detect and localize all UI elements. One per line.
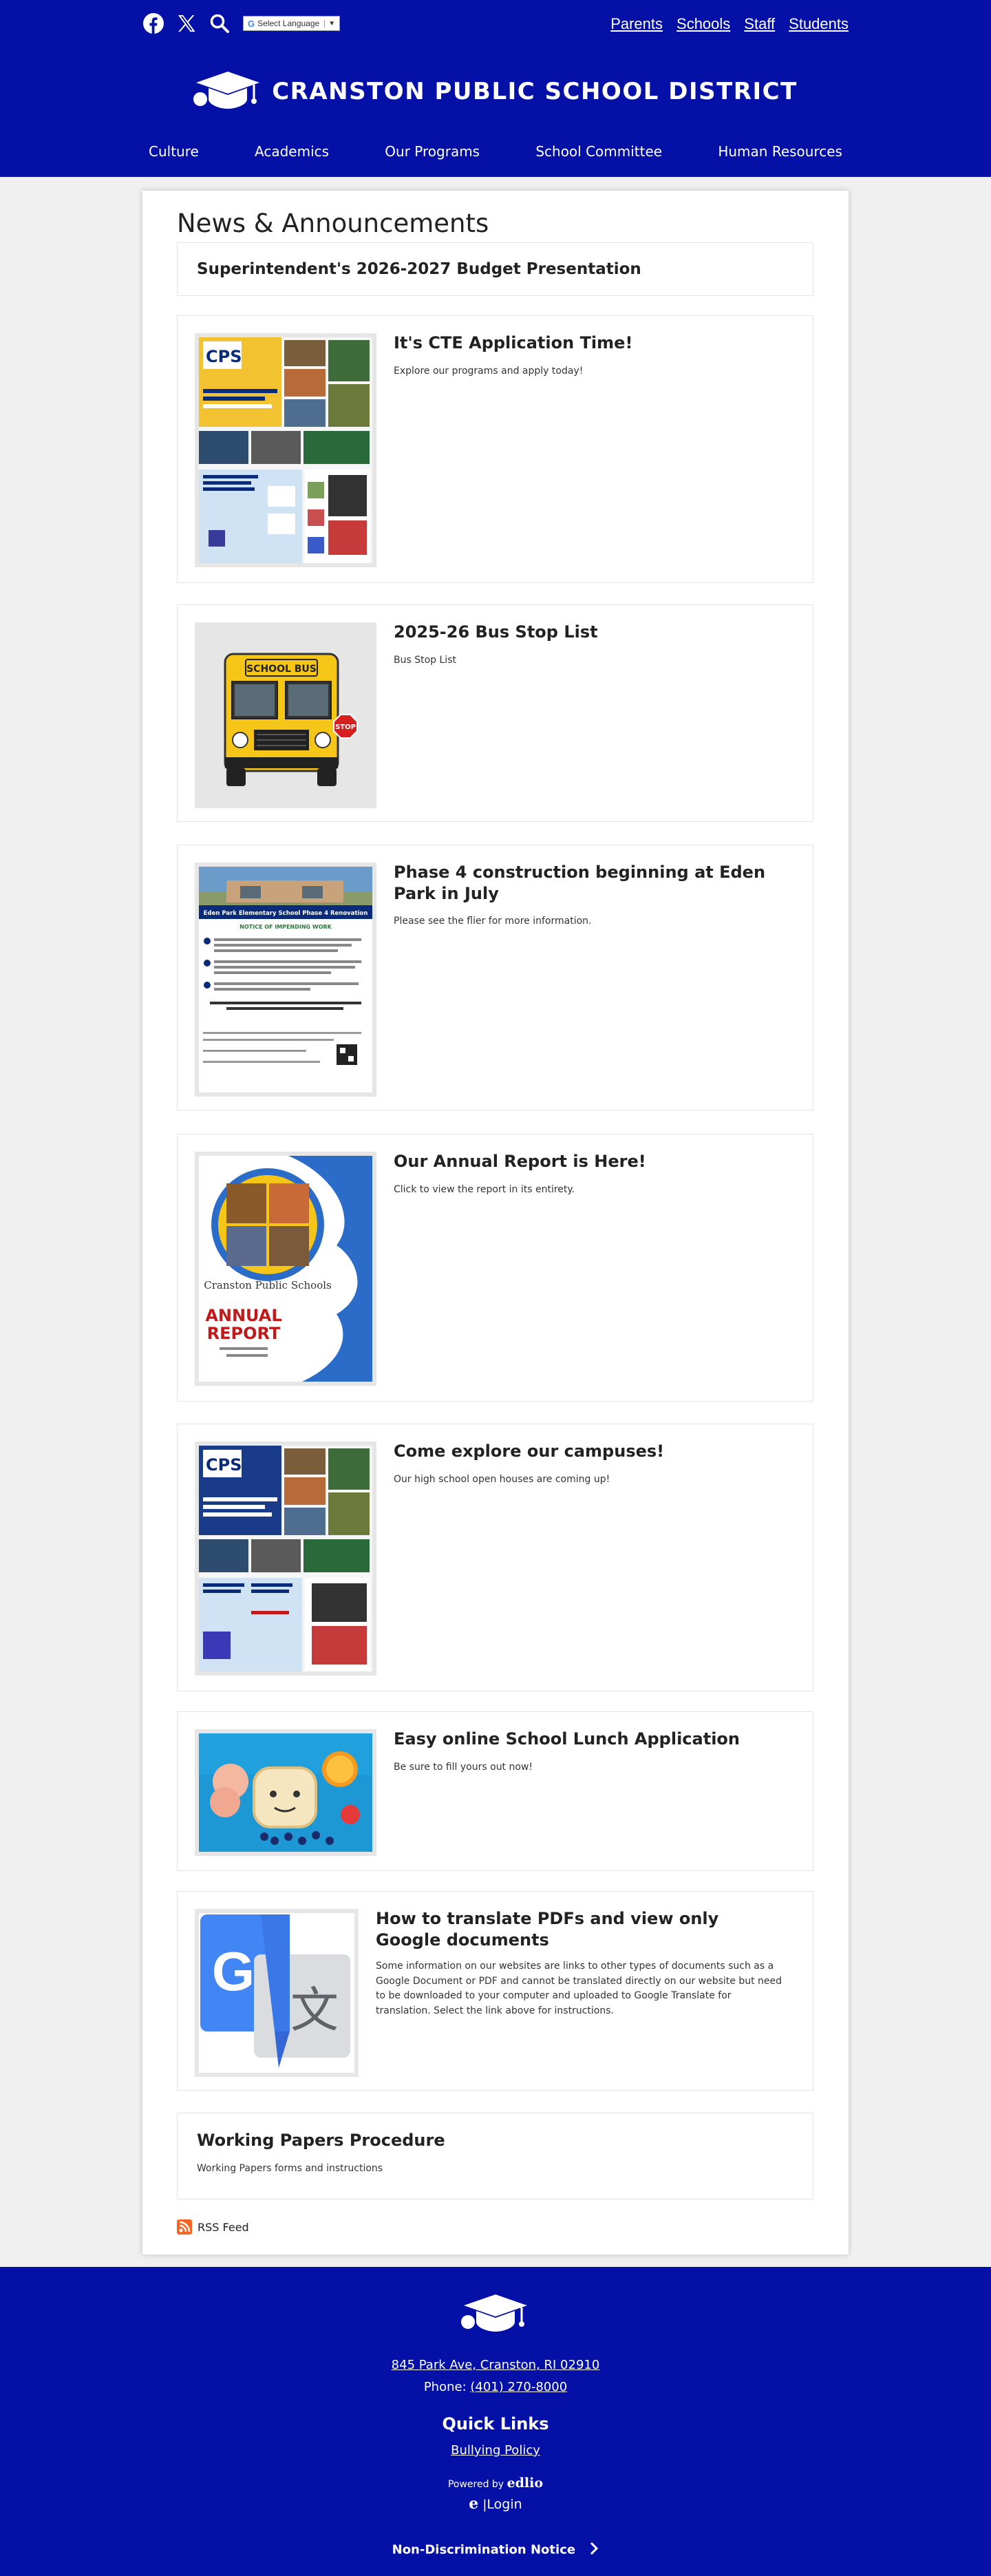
nav-human-resources[interactable]: Human Resources (718, 143, 842, 160)
article-bus-stop-list[interactable]: SCHOOL BUS STOP 2025-26 Bus Stop List Bu… (177, 604, 813, 822)
chevron-right-icon (589, 2542, 599, 2559)
x-twitter-icon[interactable] (175, 12, 198, 34)
rss-feed-label: RSS Feed (198, 2220, 249, 2234)
main-nav: Culture Academics Our Programs School Co… (149, 143, 842, 160)
article-budget-presentation[interactable]: Superintendent's 2026-2027 Budget Presen… (177, 242, 813, 296)
language-select-label: Select Language (257, 19, 320, 28)
report-word-annual: ANNUAL (205, 1306, 281, 1325)
article-title[interactable]: Our Annual Report is Here! (394, 1151, 646, 1172)
article-description: Bus Stop List (394, 655, 456, 666)
news-section: News & Announcements Superintendent's 20… (142, 191, 849, 2255)
utility-link-staff[interactable]: Staff (744, 15, 775, 33)
powered-by-edlio[interactable]: Powered by edlio (0, 2475, 991, 2491)
footer-phone: Phone: (401) 270-8000 (0, 2380, 991, 2394)
non-discrimination-label: Non-Discrimination Notice (392, 2542, 576, 2557)
article-description: Working Papers forms and instructions (197, 2163, 383, 2174)
facebook-icon[interactable] (142, 12, 164, 34)
article-description: Be sure to fill yours out now! (394, 1762, 533, 1773)
social-links: G Select Language ▼ (142, 12, 341, 34)
article-title[interactable]: How to translate PDFs and view only Goog… (376, 1908, 789, 1951)
nav-school-committee[interactable]: School Committee (535, 143, 662, 160)
eden-park-flyer-thumbnail[interactable]: Eden Park Elementary School Phase 4 Reno… (195, 863, 376, 1097)
site-header: G Select Language ▼ Parents Schools Staf… (0, 0, 991, 177)
article-working-papers[interactable]: Working Papers Procedure Working Papers … (177, 2113, 813, 2199)
eden-flyer-notice: NOTICE OF IMPENDING WORK (239, 924, 332, 930)
language-select[interactable]: G Select Language ▼ (243, 16, 341, 31)
search-icon[interactable] (209, 12, 231, 34)
site-footer: 845 Park Ave, Cranston, RI 02910 Phone: … (0, 2267, 991, 2576)
annual-report-cover-thumbnail[interactable]: Cranston Public Schools ANNUAL REPORT (195, 1152, 376, 1386)
article-description: Click to view the report in its entirety… (394, 1184, 575, 1195)
article-description: Some information on our websites are lin… (376, 1961, 782, 2017)
login-link[interactable]: e |Login (0, 2495, 991, 2513)
google-translate-logo-image[interactable]: G 文 (195, 1909, 359, 2077)
graduation-cap-logo (0, 2292, 991, 2334)
powered-by-label: Powered by (447, 2479, 504, 2490)
school-bus-image[interactable]: SCHOOL BUS STOP (195, 622, 376, 808)
translate-character: 文 (290, 1982, 339, 2038)
quick-links-heading: Quick Links (442, 2414, 549, 2434)
article-title[interactable]: Phase 4 construction beginning at Eden P… (394, 862, 793, 905)
page-title: News & Announcements (177, 209, 489, 238)
top-bar: G Select Language ▼ Parents Schools Staf… (142, 12, 849, 37)
graduation-cap-logo (193, 69, 262, 114)
utility-nav: Parents Schools Staff Students (610, 15, 849, 33)
edlio-brand: edlio (507, 2475, 544, 2491)
google-translate-icon: G (248, 18, 255, 29)
district-brand[interactable]: CRANSTON PUBLIC SCHOOL DISTRICT (0, 69, 991, 114)
article-title[interactable]: Working Papers Procedure (197, 2130, 445, 2151)
eden-flyer-title: Eden Park Elementary School Phase 4 Reno… (204, 910, 368, 917)
edlio-icon: e (469, 2495, 479, 2513)
article-annual-report[interactable]: Cranston Public Schools ANNUAL REPORT Ou… (177, 1134, 813, 1402)
rss-icon (177, 2219, 192, 2235)
google-g-letter: G (212, 1941, 255, 2002)
article-description: Please see the flier for more informatio… (394, 916, 592, 927)
article-school-lunch-application[interactable]: Easy online School Lunch Application Be … (177, 1711, 813, 1871)
stop-sign-text: STOP (335, 724, 356, 731)
rss-feed-link[interactable]: RSS Feed (177, 2219, 249, 2235)
report-school-name: Cranston Public Schools (204, 1279, 331, 1291)
article-cte-application[interactable]: CPS It's CTE Application Time! Explore o… (177, 315, 813, 583)
report-word-report: REPORT (207, 1324, 281, 1343)
cps-logo-text: CPS (206, 347, 242, 366)
article-translate-pdfs[interactable]: G 文 How to translate PDFs and view only … (177, 1891, 813, 2091)
non-discrimination-notice-link[interactable]: Non-Discrimination Notice (0, 2542, 991, 2559)
utility-link-schools[interactable]: Schools (676, 15, 730, 33)
article-title[interactable]: 2025-26 Bus Stop List (394, 622, 598, 643)
footer-phone-link[interactable]: (401) 270-8000 (470, 2380, 567, 2394)
cps-logo-text: CPS (206, 1455, 242, 1475)
article-title[interactable]: Easy online School Lunch Application (394, 1729, 740, 1750)
dropdown-arrow-icon: ▼ (324, 19, 335, 28)
nav-our-programs[interactable]: Our Programs (385, 143, 480, 160)
nav-culture[interactable]: Culture (149, 143, 199, 160)
article-title[interactable]: Come explore our campuses! (394, 1441, 664, 1462)
article-eden-park-construction[interactable]: Eden Park Elementary School Phase 4 Reno… (177, 845, 813, 1110)
article-explore-campuses[interactable]: CPS Come explore our campuses! Our high … (177, 1424, 813, 1691)
article-title[interactable]: Superintendent's 2026-2027 Budget Presen… (197, 260, 641, 280)
footer-address-link[interactable]: 845 Park Ave, Cranston, RI 02910 (0, 2358, 991, 2372)
school-bus-sign: SCHOOL BUS (246, 664, 317, 675)
cte-flyer-thumbnail[interactable]: CPS (195, 333, 376, 567)
school-lunch-image[interactable] (195, 1729, 376, 1856)
utility-link-students[interactable]: Students (789, 15, 849, 33)
footer-phone-label: Phone: (423, 2380, 467, 2394)
district-name: CRANSTON PUBLIC SCHOOL DISTRICT (272, 78, 798, 105)
login-label: Login (487, 2497, 522, 2512)
article-title[interactable]: It's CTE Application Time! (394, 332, 632, 354)
bullying-policy-link[interactable]: Bullying Policy (0, 2443, 991, 2458)
utility-link-parents[interactable]: Parents (610, 15, 663, 33)
campuses-flyer-thumbnail[interactable]: CPS (195, 1442, 376, 1676)
article-description: Explore our programs and apply today! (394, 366, 584, 377)
article-description: Our high school open houses are coming u… (394, 1474, 610, 1485)
nav-academics[interactable]: Academics (255, 143, 329, 160)
